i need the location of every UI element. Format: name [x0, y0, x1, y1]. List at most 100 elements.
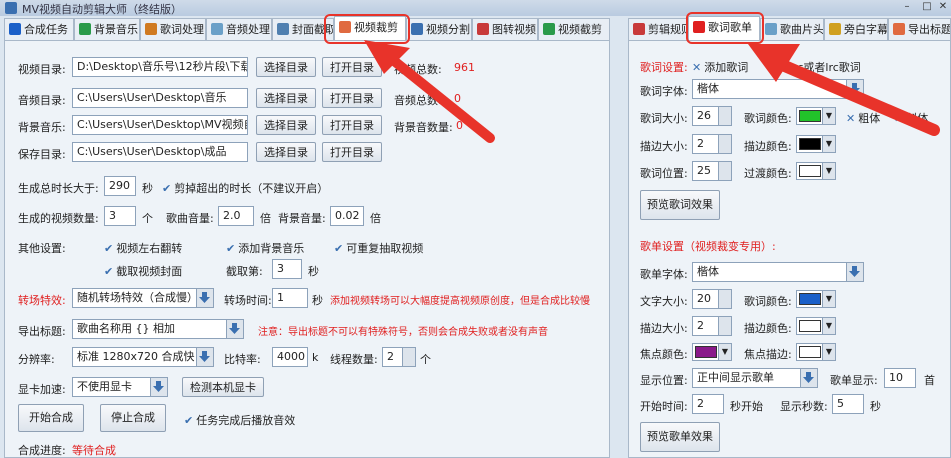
focus-color-picker[interactable]: ▼ — [692, 343, 732, 361]
lyrics-position-spinner[interactable]: 25 — [692, 161, 732, 181]
minimize-button[interactable]: – — [898, 1, 916, 14]
song-volume-input[interactable]: 2.0 — [218, 206, 254, 226]
intro-icon — [765, 23, 777, 35]
bitrate-input[interactable]: 4000 — [272, 347, 308, 367]
cover-checkbox[interactable]: ✔ 截取视频封面 — [104, 263, 182, 279]
preview-lyrics-button[interactable]: 预览歌词效果 — [640, 190, 720, 220]
bgm-dir-label: 背景音乐: — [18, 121, 66, 134]
add-bgm-checkbox[interactable]: ✔ 添加背景音乐 — [226, 240, 304, 256]
bgm-volume-unit: 倍 — [370, 212, 381, 225]
stop-button[interactable]: 停止合成 — [100, 404, 166, 432]
chevron-down-icon: ▼ — [822, 318, 835, 334]
bgm-dir-input[interactable]: C:\Users\User\Desktop\MV视频自动 — [72, 115, 248, 135]
check-icon: ✔ — [104, 265, 114, 278]
screenshot-label: 截取第: — [226, 265, 263, 278]
playlist-stroke-color-label: 描边颜色: — [744, 322, 792, 335]
audio-dir-label: 音频目录: — [18, 94, 66, 107]
cut-icon — [543, 23, 555, 35]
playlist-show-input[interactable]: 10 — [884, 368, 916, 388]
playlist-size-spinner[interactable]: 20 — [692, 289, 732, 309]
resolution-select[interactable]: 标准 1280x720 合成快 — [72, 347, 214, 367]
image-icon — [277, 23, 289, 35]
playlist-size-label: 文字大小: — [640, 295, 688, 308]
video-dir-label: 视频目录: — [18, 63, 66, 76]
close-button[interactable]: ✕ — [934, 1, 951, 14]
threads-label: 线程数量: — [330, 353, 378, 366]
transition-time-input[interactable]: 1 — [272, 288, 308, 308]
display-seconds-input[interactable]: 5 — [832, 394, 864, 414]
subtitle-icon — [829, 23, 841, 35]
screenshot-input[interactable]: 3 — [272, 259, 302, 279]
focus-color-label: 焦点颜色: — [640, 348, 688, 361]
threads-spinner[interactable]: 2 — [382, 347, 416, 367]
gpu-detect-button[interactable]: 检测本机显卡 — [182, 377, 264, 397]
tab-lyrics[interactable]: 歌词处理 — [140, 18, 206, 40]
audio-icon — [211, 23, 223, 35]
trim-checkbox[interactable]: ✔ 剪掉超出的时长（不建议开启） — [162, 180, 328, 196]
chevron-down-icon — [150, 378, 167, 396]
audio-dir-input[interactable]: C:\Users\User\Desktop\音乐 — [72, 88, 248, 108]
sound-checkbox[interactable]: ✔ 任务完成后播放音效 — [184, 412, 295, 428]
bgm-volume-input[interactable]: 0.02 — [330, 206, 364, 226]
count-input[interactable]: 3 — [104, 206, 136, 226]
lyrics-stroke-label: 描边大小: — [640, 140, 688, 153]
chevron-down-icon: ▼ — [718, 344, 731, 360]
playlist-font-select[interactable]: 楷体 — [692, 262, 864, 282]
display-seconds-label: 显示秒数: — [780, 400, 828, 413]
focus-stroke-color-picker[interactable]: ▼ — [796, 343, 836, 361]
video-dir-input[interactable]: D:\Desktop\音乐号\12秒片段\下载 — [72, 57, 248, 77]
lyrics-size-label: 歌词大小: — [640, 112, 688, 125]
export-title-select[interactable]: 歌曲名称用 {} 相加 — [72, 319, 244, 339]
lyrics-size-spinner[interactable]: 26 — [692, 106, 732, 126]
audio-select-button[interactable]: 选择目录 — [256, 88, 316, 108]
tab-video-cut[interactable]: 视频截剪 — [538, 18, 610, 40]
export-title-note: 注意：导出标题不可以有特殊符号，否则会合成失败或者没有声音 — [258, 327, 548, 338]
save-select-button[interactable]: 选择目录 — [256, 142, 316, 162]
play-icon — [9, 23, 21, 35]
arrow-annotation-right — [748, 44, 940, 136]
playlist-color-picker[interactable]: ▼ — [796, 290, 836, 308]
bgm-select-button[interactable]: 选择目录 — [256, 115, 316, 135]
tab-export-title[interactable]: 导出标题 — [888, 18, 951, 40]
playlist-stroke-label: 描边大小: — [640, 322, 688, 335]
song-volume-unit: 倍 — [260, 212, 271, 225]
save-dir-input[interactable]: C:\Users\User\Desktop\成品 — [72, 142, 248, 162]
video-select-button[interactable]: 选择目录 — [256, 57, 316, 77]
chevron-down-icon — [800, 369, 817, 387]
tab-voiceover[interactable]: 旁白字幕 — [824, 18, 888, 40]
lyrics-fade-color-picker[interactable]: ▼ — [796, 162, 836, 180]
transition-note: 添加视频转场可以大幅度提高视频原创度，但是合成比较慢 — [330, 296, 590, 307]
bitrate-unit: k — [312, 351, 319, 364]
save-open-button[interactable]: 打开目录 — [322, 142, 382, 162]
check-icon: ✔ — [162, 182, 172, 195]
tab-song-intro[interactable]: 歌曲片头 — [760, 18, 824, 40]
gpu-select[interactable]: 不使用显卡 — [72, 377, 168, 397]
tab-audio[interactable]: 音频处理 — [206, 18, 272, 40]
lyrics-position-label: 歌词位置: — [640, 167, 688, 180]
count-label: 生成的视频数量: — [18, 212, 99, 225]
display-position-select[interactable]: 正中间显示歌单 — [692, 368, 818, 388]
song-volume-label: 歌曲音量: — [166, 212, 214, 225]
playlist-stroke-color-picker[interactable]: ▼ — [796, 317, 836, 335]
check-icon: ✔ — [334, 242, 344, 255]
bgm-volume-label: 背景音量: — [278, 212, 326, 225]
transition-select[interactable]: 随机转场特效（合成慢） — [72, 288, 214, 308]
transition-time-label: 转场时间: — [224, 294, 272, 307]
add-lyrics-checkbox[interactable]: ✕ 添加歌词 — [692, 59, 748, 75]
duration-unit: 秒 — [142, 182, 153, 195]
playlist-stroke-spinner[interactable]: 2 — [692, 316, 732, 336]
flip-checkbox[interactable]: ✔ 视频左右翻转 — [104, 240, 182, 256]
tab-compose[interactable]: 合成任务 — [4, 18, 74, 40]
start-button[interactable]: 开始合成 — [18, 404, 84, 432]
playlist-font-label: 歌单字体: — [640, 268, 688, 281]
lyrics-stroke-spinner[interactable]: 2 — [692, 134, 732, 154]
start-time-input[interactable]: 2 — [692, 394, 724, 414]
tab-edit-rules[interactable]: 剪辑规则 — [628, 18, 688, 40]
chevron-down-icon: ▼ — [822, 344, 835, 360]
repeat-video-checkbox[interactable]: ✔ 可重复抽取视频 — [334, 240, 423, 256]
preview-playlist-button[interactable]: 预览歌单效果 — [640, 422, 720, 452]
duration-input[interactable]: 290 — [104, 176, 136, 196]
tab-bgm[interactable]: 背景音乐 — [74, 18, 140, 40]
export-title-label: 导出标题: — [18, 325, 66, 338]
chevron-down-icon: ▼ — [822, 163, 835, 179]
